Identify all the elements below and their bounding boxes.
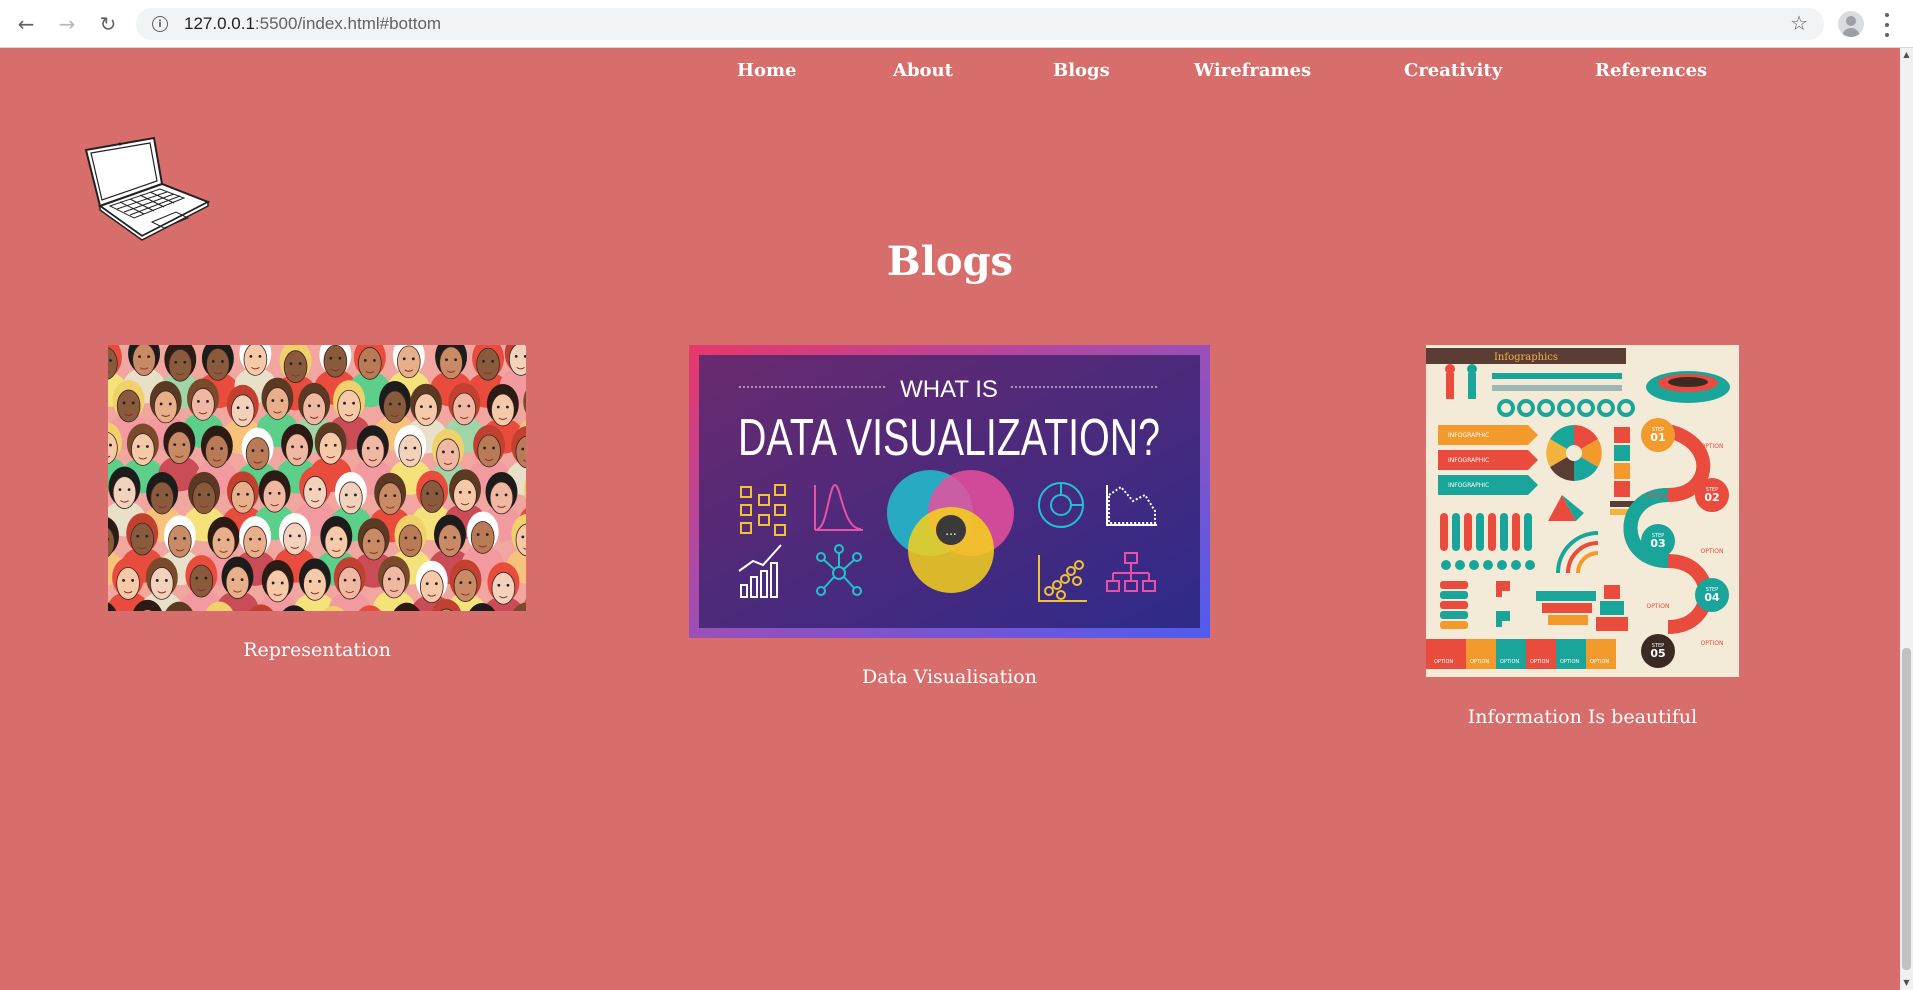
- svg-text:03: 03: [1650, 537, 1665, 550]
- crowd-faces-illustration: [108, 345, 526, 611]
- svg-text:OPTION: OPTION: [1530, 659, 1549, 665]
- representation-blog-image[interactable]: [108, 345, 526, 611]
- blogs-heading: Blogs: [886, 238, 1014, 285]
- svg-text:04: 04: [1704, 591, 1720, 604]
- data-visualization-poster: WHAT IS DATA VISUALIZATION? ...: [689, 345, 1210, 638]
- information-is-beautiful-caption[interactable]: Information Is beautiful: [1426, 706, 1739, 728]
- nav-link-about[interactable]: About: [893, 60, 953, 81]
- browser-menu-icon[interactable]: [1884, 13, 1890, 37]
- nav-link-references[interactable]: References: [1595, 60, 1707, 81]
- svg-text:02: 02: [1704, 491, 1719, 504]
- back-arrow-icon[interactable]: ←: [12, 10, 40, 38]
- scroll-down-arrow-icon[interactable]: ▼: [1900, 976, 1913, 990]
- address-bar[interactable]: i 127.0.0.1:5500/index.html#bottom ☆: [136, 8, 1824, 40]
- svg-text:OPTION: OPTION: [1434, 659, 1453, 665]
- data-visualisation-caption[interactable]: Data Visualisation: [689, 666, 1210, 688]
- nav-link-blogs[interactable]: Blogs: [1053, 60, 1110, 81]
- representation-caption[interactable]: Representation: [108, 639, 526, 661]
- scroll-up-arrow-icon[interactable]: ▲: [1900, 48, 1913, 62]
- nav-link-creativity[interactable]: Creativity: [1404, 60, 1502, 81]
- bookmark-star-icon[interactable]: ☆: [1790, 11, 1808, 35]
- nav-link-wireframes[interactable]: Wireframes: [1194, 60, 1311, 81]
- svg-text:INFOGRAPHIC: INFOGRAPHIC: [1448, 482, 1489, 489]
- url-host: 127.0.0.1: [184, 14, 255, 33]
- infographic-elements-image: Infographics INFOGRAPHIC INFOGRAPHIC INF…: [1426, 345, 1739, 677]
- data-visualisation-blog-image[interactable]: WHAT IS DATA VISUALIZATION? ...: [689, 345, 1210, 638]
- poster-what-is-text: WHAT IS: [900, 376, 998, 403]
- svg-text:OPTION: OPTION: [1701, 548, 1724, 555]
- svg-text:INFOGRAPHIC: INFOGRAPHIC: [1448, 432, 1489, 439]
- url-path: :5500/index.html#bottom: [254, 14, 442, 33]
- svg-text:OPTION: OPTION: [1647, 493, 1670, 500]
- poster-title-text: DATA VISUALIZATION?: [738, 409, 1160, 467]
- svg-text:OPTION: OPTION: [1590, 659, 1609, 665]
- information-is-beautiful-blog-image[interactable]: Infographics INFOGRAPHIC INFOGRAPHIC INF…: [1426, 345, 1739, 677]
- svg-text:INFOGRAPHIC: INFOGRAPHIC: [1448, 457, 1489, 464]
- svg-text:OPTION: OPTION: [1701, 640, 1724, 647]
- svg-text:OPTION: OPTION: [1470, 659, 1489, 665]
- svg-text:05: 05: [1650, 647, 1665, 660]
- page-scrollbar[interactable]: ▲ ▼: [1900, 48, 1913, 990]
- svg-text:OPTION: OPTION: [1647, 603, 1670, 610]
- nav-link-home[interactable]: Home: [737, 60, 797, 81]
- profile-avatar-icon[interactable]: [1838, 11, 1864, 37]
- svg-text:...: ...: [945, 524, 956, 538]
- svg-text:OPTION: OPTION: [1560, 659, 1579, 665]
- svg-text:OPTION: OPTION: [1701, 443, 1724, 450]
- reload-icon[interactable]: ↻: [94, 10, 122, 38]
- svg-text:01: 01: [1650, 431, 1665, 444]
- browser-toolbar: ← → ↻ i 127.0.0.1:5500/index.html#bottom…: [0, 0, 1913, 48]
- site-info-icon[interactable]: i: [152, 16, 168, 32]
- infographics-banner-text: Infographics: [1494, 352, 1558, 363]
- svg-text:OPTION: OPTION: [1500, 659, 1519, 665]
- scrollbar-thumb[interactable]: [1902, 648, 1911, 970]
- forward-arrow-icon[interactable]: →: [53, 10, 81, 38]
- laptop-logo-icon[interactable]: [80, 132, 212, 242]
